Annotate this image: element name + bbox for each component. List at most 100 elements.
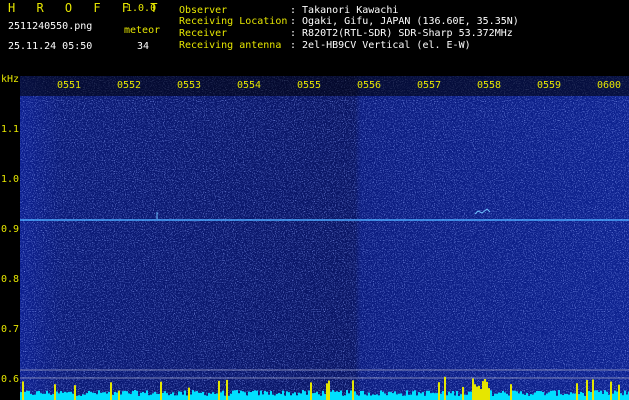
- noise-bar: [382, 391, 384, 400]
- noise-bar: [306, 394, 308, 400]
- noise-bar: [506, 393, 508, 400]
- noise-bar: [222, 390, 224, 400]
- noise-bar: [82, 394, 84, 400]
- noise-bar: [302, 390, 304, 400]
- noise-bar: [76, 395, 78, 400]
- noise-bar: [112, 394, 114, 400]
- noise-bar: [404, 395, 406, 400]
- noise-bar: [516, 391, 518, 400]
- noise-bar: [322, 390, 324, 400]
- noise-bar: [118, 390, 120, 400]
- datetime: 25.11.24 05:50: [8, 41, 93, 52]
- frequency-axis: kHz 1.1 1.0 0.9 0.8 0.7 0.6: [0, 74, 20, 400]
- noise-bar: [616, 391, 618, 400]
- noise-bar: [160, 381, 162, 400]
- noise-bar: [470, 391, 472, 400]
- noise-bar: [350, 390, 352, 400]
- freq-tick-0-8: 0.8: [1, 274, 20, 285]
- noise-bar: [152, 393, 154, 400]
- noise-bar: [594, 390, 596, 400]
- noise-bar: [548, 392, 550, 400]
- noise-bar: [402, 395, 404, 400]
- noise-bar: [92, 392, 94, 400]
- noise-bar: [224, 395, 226, 400]
- noise-bar: [614, 390, 616, 400]
- noise-bar: [536, 390, 538, 400]
- noise-bar: [362, 390, 364, 400]
- freq-tick-0-6: 0.6: [1, 374, 20, 385]
- noise-bar: [560, 394, 562, 400]
- noise-bar: [572, 393, 574, 400]
- noise-bar: [288, 392, 290, 400]
- noise-bar: [134, 390, 136, 400]
- noise-bar: [248, 391, 250, 400]
- noise-bar: [394, 391, 396, 400]
- noise-bar: [602, 393, 604, 400]
- noise-bar: [194, 391, 196, 400]
- noise-bar: [320, 395, 322, 400]
- noise-bar: [184, 390, 186, 400]
- noise-bar: [334, 391, 336, 400]
- noise-bar: [232, 390, 234, 400]
- noise-bar: [192, 390, 194, 400]
- noise-bar: [246, 395, 248, 400]
- noise-bar: [268, 394, 270, 400]
- noise-bar: [574, 393, 576, 400]
- filename: 2511240550.png: [8, 21, 93, 32]
- noise-bar: [540, 391, 542, 400]
- noise-bar: [54, 384, 56, 400]
- noise-bar: [340, 390, 342, 400]
- noise-bar: [206, 395, 208, 400]
- noise-bar: [474, 384, 476, 400]
- noise-bar: [136, 390, 138, 400]
- noise-bar: [528, 395, 530, 400]
- noise-bar: [312, 393, 314, 400]
- freq-tick-0-9: 0.9: [1, 224, 20, 235]
- noise-bar: [198, 392, 200, 400]
- noise-bar: [438, 382, 440, 400]
- noise-bar: [258, 395, 260, 400]
- noise-bar: [354, 391, 356, 400]
- noise-bar: [376, 394, 378, 400]
- noise-bar: [32, 394, 34, 400]
- app-version: 1.0.0: [126, 3, 157, 14]
- noise-bar: [84, 394, 86, 400]
- noise-bar: [230, 393, 232, 400]
- noise-bar: [78, 395, 80, 400]
- noise-bar: [290, 395, 292, 400]
- noise-bar: [80, 395, 82, 400]
- noise-bar: [144, 393, 146, 400]
- noise-bar: [514, 390, 516, 400]
- noise-bar: [64, 391, 66, 400]
- noise-bar: [566, 393, 568, 400]
- noise-bar: [344, 395, 346, 400]
- noise-bar: [410, 394, 412, 400]
- noise-bar: [378, 395, 380, 400]
- noise-bar: [244, 392, 246, 400]
- noise-bar: [366, 395, 368, 400]
- noise-bar: [424, 395, 426, 400]
- noise-bar: [544, 395, 546, 400]
- noise-bar: [278, 393, 280, 400]
- noise-bar: [250, 392, 252, 400]
- noise-bar: [476, 386, 478, 400]
- noise-bar: [208, 393, 210, 400]
- noise-bar: [462, 386, 464, 400]
- noise-bar: [592, 379, 594, 400]
- noise-bar: [346, 390, 348, 400]
- time-tick-0558: 0558: [477, 80, 502, 91]
- noise-bar: [392, 393, 394, 400]
- noise-bar: [264, 390, 266, 400]
- noise-bar: [310, 382, 312, 400]
- freq-tick-1-1: 1.1: [1, 124, 20, 135]
- noise-bar: [500, 392, 502, 400]
- noise-bar: [384, 393, 386, 400]
- noise-bar: [454, 395, 456, 400]
- time-tick-0555: 0555: [297, 80, 322, 91]
- noise-bar: [172, 392, 174, 400]
- noise-bar: [502, 390, 504, 400]
- freq-tick-0-7: 0.7: [1, 324, 20, 335]
- noise-bar: [620, 393, 622, 400]
- noise-bar: [332, 390, 334, 400]
- noise-bar: [480, 389, 482, 400]
